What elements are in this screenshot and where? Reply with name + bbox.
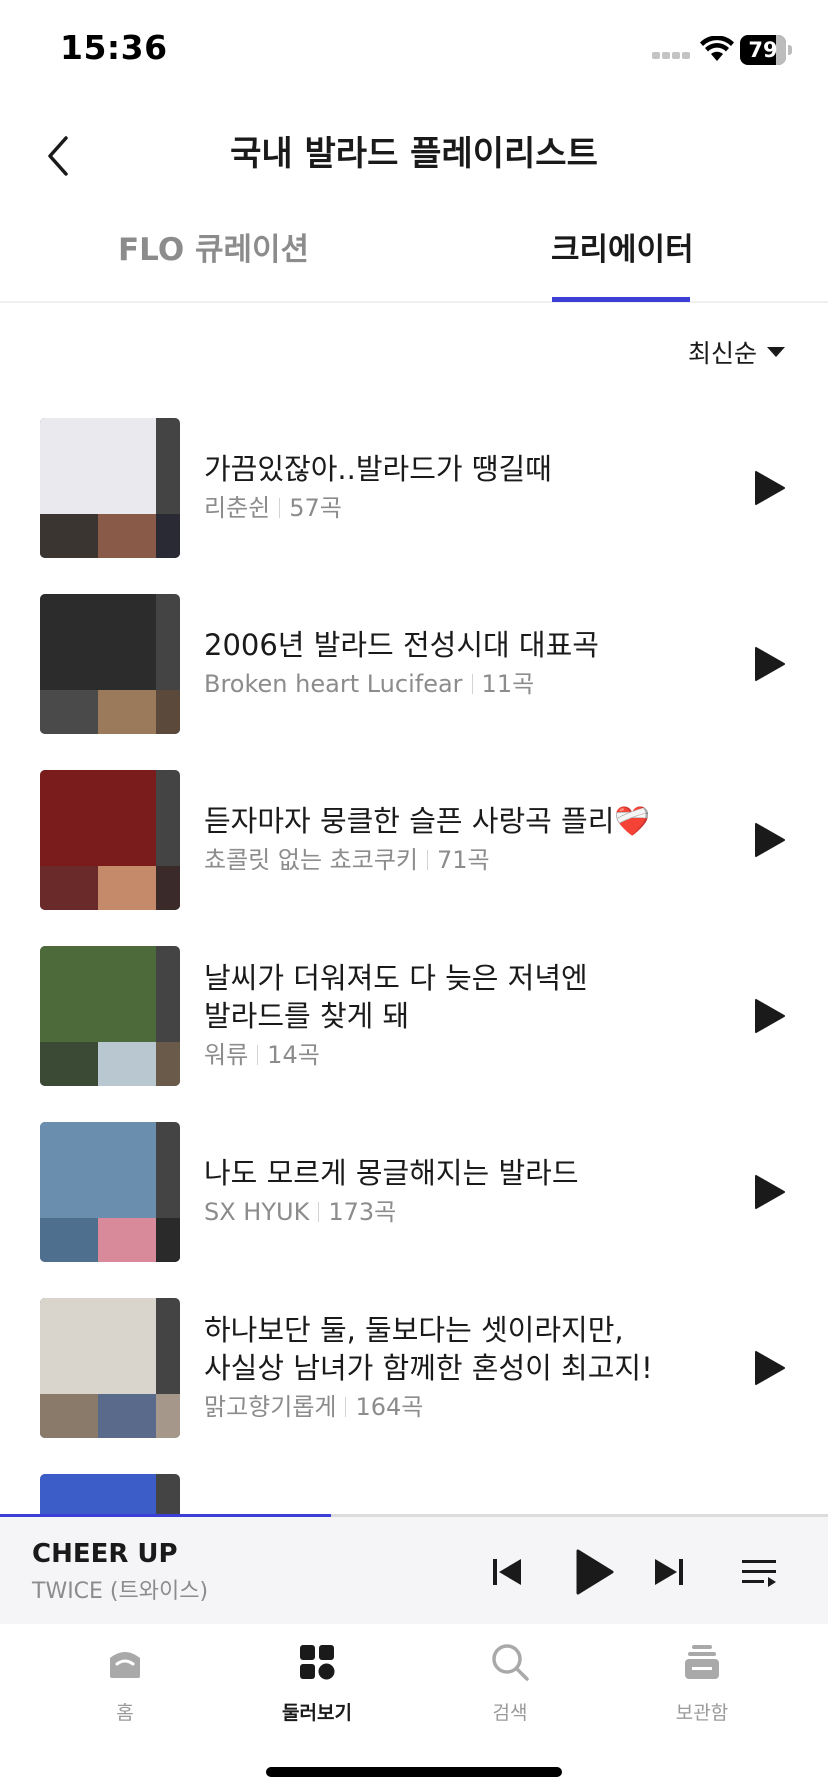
playlist-track-count: 57곡 xyxy=(289,494,342,522)
playlist-item[interactable]: 나도 모르게 몽글해지는 발라드 SX HYUK 173곡 xyxy=(0,1114,828,1262)
meta-divider xyxy=(426,850,428,870)
now-playing-title: CHEER UP xyxy=(32,1539,178,1569)
playlist-cover xyxy=(40,1298,180,1438)
nav-search-label: 검색 xyxy=(492,1702,528,1724)
battery-icon: 79 xyxy=(740,35,792,65)
nav-library[interactable]: 보관함 xyxy=(632,1636,772,1736)
playlist-meta: 워류 14곡 xyxy=(204,1039,724,1071)
playlist-list: 가끔있잖아..발라드가 땡길때리춘쉰 57곡 2006년 발라드 전성시대 대표곡 B… xyxy=(0,410,828,1516)
playlist-item[interactable]: 가끔있잖아..발라드가 땡길때리춘쉰 57곡 xyxy=(0,410,828,558)
playlist-item[interactable] xyxy=(0,1466,828,1516)
grid-icon xyxy=(300,1645,335,1680)
playlist-cover xyxy=(40,770,180,910)
playlist-info: 가끔있잖아..발라드가 땡길때리춘쉰 57곡 xyxy=(204,450,724,524)
playlist-track-count: 11곡 xyxy=(481,670,535,698)
mini-player-progress xyxy=(0,1514,332,1517)
wifi-icon xyxy=(700,36,734,61)
status-bar: 15:36 79 xyxy=(0,0,828,100)
playlist-item[interactable]: 날씨가 더워져도 다 늦은 저녁엔 발라드를 찾게 돼워류 14곡 xyxy=(0,938,828,1086)
meta-divider xyxy=(279,498,281,518)
play-icon[interactable] xyxy=(748,1348,788,1388)
playlist-queue-icon[interactable] xyxy=(736,1549,782,1595)
playlist-meta: 리춘쉰 57곡 xyxy=(204,492,724,524)
playlist-creator: 쵸콜릿 없는 쵸코쿠키 xyxy=(204,846,418,874)
playlist-title: 날씨가 더워져도 다 늦은 저녁엔 발라드를 찾게 돼 xyxy=(204,961,588,1033)
caret-down-icon xyxy=(767,347,786,357)
playlist-creator: 워류 xyxy=(204,1041,249,1069)
nav-browse[interactable]: 둘러보기 xyxy=(247,1636,387,1736)
tab-creator[interactable]: 크리에이터 xyxy=(551,225,694,303)
play-icon[interactable] xyxy=(748,820,788,860)
playlist-track-count: 14곡 xyxy=(267,1041,320,1069)
nav-library-label: 보관함 xyxy=(675,1702,729,1724)
playlist-info: 나도 모르게 몽글해지는 발라드 SX HYUK 173곡 xyxy=(204,1154,724,1228)
now-playing-artist: TWICE (트와이스) xyxy=(32,1579,209,1604)
playlist-info: 날씨가 더워져도 다 늦은 저녁엔 발라드를 찾게 돼워류 14곡 xyxy=(204,959,724,1071)
playlist-info: 듣자마자 뭉클한 슬픈 사랑곡 플리❤️‍🩹 쵸콜릿 없는 쵸코쿠키 71곡 xyxy=(204,802,724,876)
playlist-title: 나도 모르게 몽글해지는 발라드 xyxy=(204,1156,579,1190)
play-icon[interactable] xyxy=(748,1172,788,1212)
library-icon xyxy=(685,1645,719,1679)
playlist-item[interactable]: 하나보단 둘, 둘보다는 셋이라지만, 사실상 남녀가 함께한 혼성이 최고지!… xyxy=(0,1290,828,1438)
status-time: 15:36 xyxy=(60,28,168,67)
playlist-title: 하나보단 둘, 둘보다는 셋이라지만, 사실상 남녀가 함께한 혼성이 최고지! xyxy=(204,1313,653,1385)
playlist-track-count: 71곡 xyxy=(436,846,490,874)
meta-divider xyxy=(257,1045,259,1065)
playlist-meta: 쵸콜릿 없는 쵸코쿠키 71곡 xyxy=(204,844,724,876)
playlist-title: 2006년 발라드 전성시대 대표곡 xyxy=(204,628,599,662)
nav-home[interactable]: 홈 xyxy=(55,1636,195,1736)
playlist-meta: SX HYUK 173곡 xyxy=(204,1196,724,1228)
playlist-creator: 맑고향기롭게 xyxy=(204,1393,337,1421)
playlist-cover xyxy=(40,1474,180,1516)
active-tab-indicator xyxy=(552,297,690,302)
play-icon[interactable] xyxy=(566,1545,620,1599)
next-track-icon[interactable] xyxy=(646,1549,692,1595)
playlist-cover xyxy=(40,594,180,734)
nav-home-label: 홈 xyxy=(116,1702,134,1724)
sort-dropdown[interactable]: 최신순 xyxy=(688,330,786,374)
sort-label: 최신순 xyxy=(688,339,758,368)
playlist-creator: 리춘쉰 xyxy=(204,494,271,522)
playlist-meta: Broken heart Lucifear 11곡 xyxy=(204,668,724,700)
cellular-signal-icon xyxy=(652,52,692,60)
home-icon xyxy=(110,1652,140,1678)
play-icon[interactable] xyxy=(748,468,788,508)
previous-track-icon[interactable] xyxy=(484,1549,530,1595)
battery-level: 79 xyxy=(748,38,778,62)
playlist-meta: 맑고향기롭게 164곡 xyxy=(204,1391,724,1423)
playlist-cover xyxy=(40,946,180,1086)
mini-player[interactable]: CHEER UP TWICE (트와이스) xyxy=(0,1514,828,1624)
meta-divider xyxy=(471,674,473,694)
play-icon[interactable] xyxy=(748,996,788,1036)
play-icon[interactable] xyxy=(748,644,788,684)
playlist-item[interactable]: 2006년 발라드 전성시대 대표곡 Broken heart Lucifear 1… xyxy=(0,586,828,734)
meta-divider xyxy=(318,1202,320,1222)
playlist-track-count: 173곡 xyxy=(328,1198,397,1226)
home-indicator xyxy=(266,1767,562,1777)
tab-bar: FLO 큐레이션 크리에이터 xyxy=(0,225,828,303)
nav-browse-label: 둘러보기 xyxy=(282,1702,352,1724)
tab-flo-curation[interactable]: FLO 큐레이션 xyxy=(118,225,309,303)
playlist-info: 하나보단 둘, 둘보다는 셋이라지만, 사실상 남녀가 함께한 혼성이 최고지!… xyxy=(204,1311,724,1423)
app-screen: 15:36 79 국내 발라드 플레이리스트 FLO 큐레이션 크리에이터 최신… xyxy=(0,0,828,1792)
meta-divider xyxy=(345,1397,347,1417)
playlist-track-count: 164곡 xyxy=(355,1393,424,1421)
playlist-creator: SX HYUK xyxy=(204,1198,310,1226)
nav-search[interactable]: 검색 xyxy=(440,1636,580,1736)
playlist-creator: Broken heart Lucifear xyxy=(204,670,463,698)
playlist-title: 가끔있잖아..발라드가 땡길때 xyxy=(204,452,552,486)
playlist-info: 2006년 발라드 전성시대 대표곡 Broken heart Lucifear 1… xyxy=(204,626,724,700)
playlist-cover xyxy=(40,1122,180,1262)
page-title: 국내 발라드 플레이리스트 xyxy=(230,134,598,174)
playlist-item[interactable]: 듣자마자 뭉클한 슬픈 사랑곡 플리❤️‍🩹 쵸콜릿 없는 쵸코쿠키 71곡 xyxy=(0,762,828,910)
search-icon xyxy=(492,1644,529,1681)
playlist-cover xyxy=(40,418,180,558)
playlist-title: 듣자마자 뭉클한 슬픈 사랑곡 플리❤️‍🩹 xyxy=(204,804,651,838)
